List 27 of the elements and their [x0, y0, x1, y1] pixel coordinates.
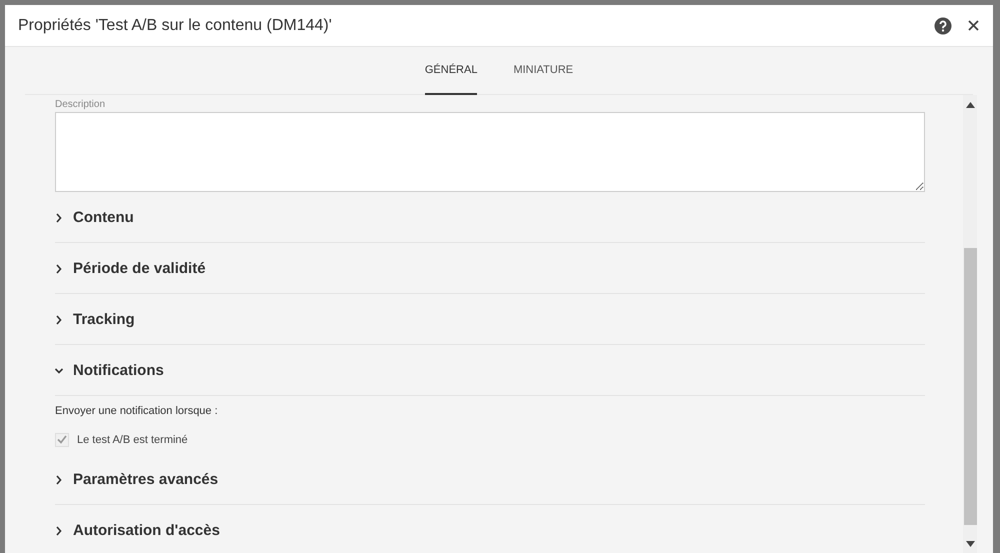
section-header[interactable]: Autorisation d'accès	[55, 505, 925, 553]
close-icon	[968, 20, 979, 31]
scroll-down-icon[interactable]	[966, 541, 974, 547]
section-header[interactable]: Paramètres avancés	[55, 454, 925, 504]
tab[interactable]: GÉNÉRAL	[424, 47, 478, 95]
scrollbar[interactable]	[963, 95, 977, 553]
chevron-right-icon	[55, 526, 63, 536]
field-label: Description	[55, 99, 106, 111]
dialog-title: Propriétés 'Test A/B sur le contenu (DM144)'	[18, 16, 333, 36]
description-field[interactable]	[55, 112, 925, 192]
checkbox-label: Le test A/B est terminé	[77, 432, 188, 448]
chevron-right-icon	[55, 315, 63, 325]
scrollbar-thumb[interactable]	[964, 248, 976, 525]
scroll-up-icon[interactable]	[966, 102, 974, 108]
section-header[interactable]: Notifications	[55, 345, 925, 395]
close-button[interactable]	[968, 20, 979, 31]
section-header[interactable]: Contenu	[55, 192, 925, 242]
help-icon	[934, 16, 952, 34]
notification-intro: Envoyer une notification lorsque :	[55, 404, 219, 419]
tab[interactable]: MINIATURE	[513, 47, 574, 95]
section-header[interactable]: Période de validité	[55, 243, 925, 293]
section-header[interactable]: Tracking	[55, 294, 925, 344]
chevron-right-icon	[55, 213, 63, 223]
chevron-right-icon	[55, 264, 63, 274]
help-button[interactable]	[934, 16, 952, 34]
chevron-right-icon	[55, 475, 63, 485]
chevron-down-icon	[55, 366, 63, 376]
